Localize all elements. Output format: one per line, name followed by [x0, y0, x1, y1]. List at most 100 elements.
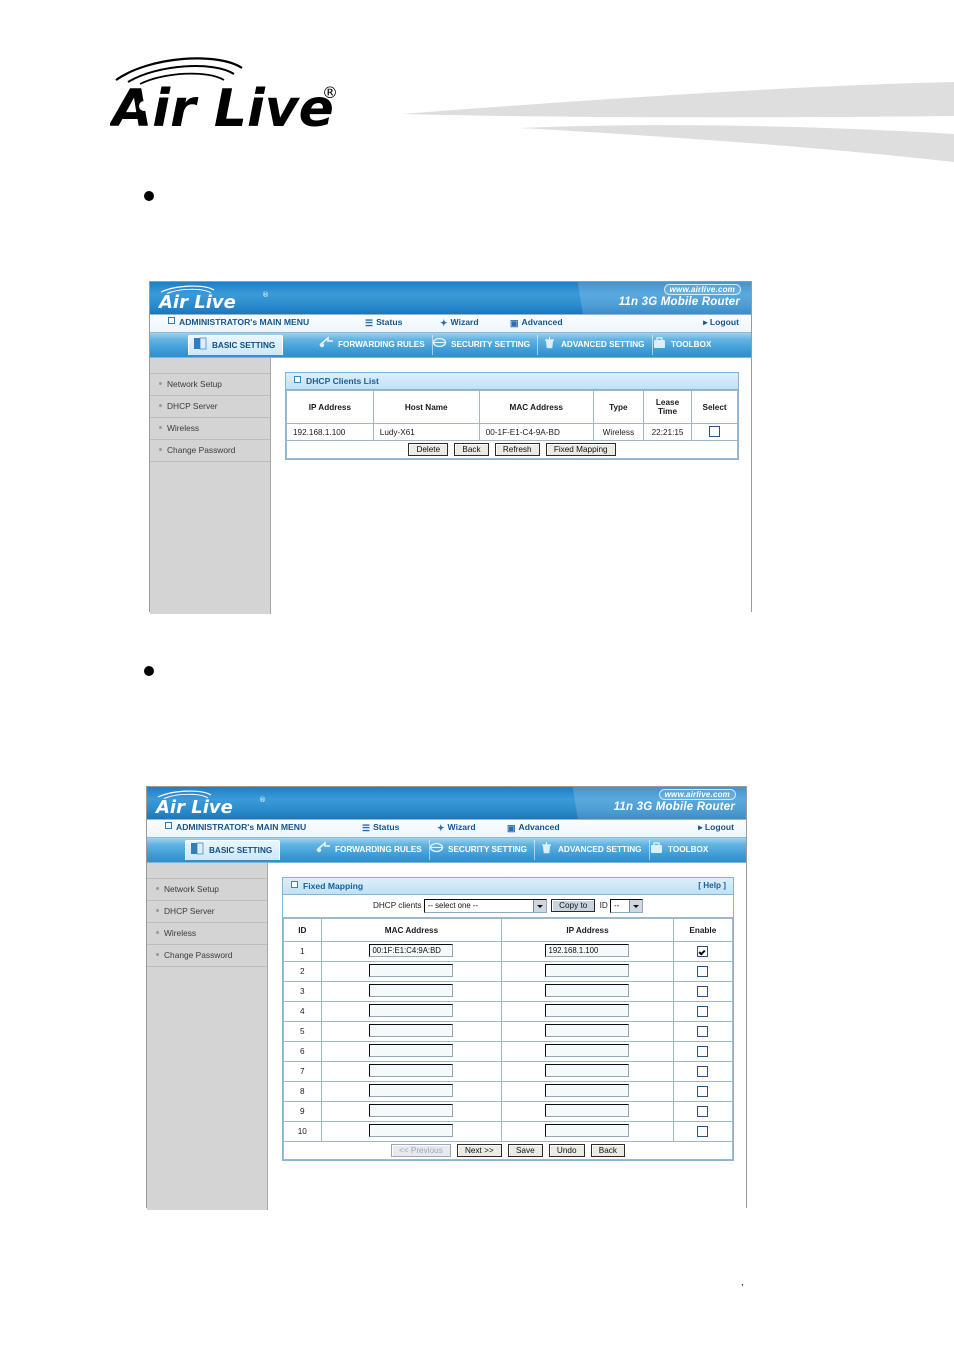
cell-mac-address[interactable]: [320, 1081, 503, 1102]
cell-mac-address[interactable]: [320, 1061, 503, 1082]
menu-item-wizard[interactable]: ✦ Wizard: [440, 317, 479, 329]
ip-address-input[interactable]: [545, 1064, 630, 1077]
tab-security-setting[interactable]: SECURITY SETTING: [425, 840, 536, 860]
cell-enable[interactable]: [672, 1121, 734, 1142]
mac-address-input[interactable]: [369, 1044, 454, 1057]
dhcp-clients-select[interactable]: -- select one --: [423, 899, 547, 913]
cell-enable[interactable]: [672, 1041, 734, 1062]
enable-checkbox[interactable]: [697, 1085, 709, 1097]
cell-mac-address[interactable]: [320, 1041, 503, 1062]
sidebar-item-network-setup[interactable]: Network Setup: [147, 879, 267, 901]
sidebar-item-dhcp-server[interactable]: DHCP Server: [147, 901, 267, 923]
tab-basic-setting[interactable]: BASIC SETTING: [188, 335, 284, 355]
undo-button[interactable]: Undo: [548, 1144, 585, 1157]
ip-address-input[interactable]: [545, 1084, 630, 1097]
previous-button[interactable]: << Previous: [391, 1144, 451, 1157]
cell-ip-address[interactable]: [501, 981, 674, 1002]
row-select-checkbox[interactable]: [709, 426, 721, 437]
tab-forwarding-rules[interactable]: FORWARDING RULES: [312, 840, 430, 860]
sidebar-item-change-password[interactable]: Change Password: [150, 440, 270, 462]
sidebar-item-dhcp-server[interactable]: DHCP Server: [150, 396, 270, 418]
save-button[interactable]: Save: [507, 1144, 543, 1157]
copy-to-button[interactable]: Copy to: [551, 899, 596, 912]
cell-enable[interactable]: [672, 941, 734, 962]
mac-address-input[interactable]: [369, 1104, 454, 1117]
ip-address-input[interactable]: [545, 984, 630, 997]
cell-mac-address[interactable]: [320, 1101, 503, 1122]
tab-advanced-setting[interactable]: ADVANCED SETTING: [535, 840, 650, 860]
cell-enable[interactable]: [672, 961, 734, 982]
cell-ip-address[interactable]: [501, 961, 674, 982]
menu-item-logout[interactable]: ▸ Logout: [703, 317, 739, 328]
cell-ip-address[interactable]: [501, 1101, 674, 1122]
back-button[interactable]: Back: [590, 1144, 625, 1157]
enable-checkbox[interactable]: [697, 1105, 709, 1117]
administrator-main-menu[interactable]: ADMINISTRATOR's MAIN MENU: [165, 822, 306, 832]
menu-item-logout[interactable]: ▸ Logout: [698, 822, 734, 833]
administrator-main-menu[interactable]: ADMINISTRATOR's MAIN MENU: [168, 317, 309, 327]
enable-checkbox[interactable]: [697, 1065, 709, 1077]
cell-enable[interactable]: [672, 981, 734, 1002]
mac-address-input[interactable]: 00:1F:E1:C4:9A:BD: [369, 944, 454, 957]
sidebar-item-wireless[interactable]: Wireless: [150, 418, 270, 440]
mac-address-input[interactable]: [369, 984, 454, 997]
fixed-mapping-button[interactable]: Fixed Mapping: [545, 443, 616, 456]
cell-ip-address[interactable]: [501, 1061, 674, 1082]
tab-advanced-setting[interactable]: ADVANCED SETTING: [538, 335, 653, 355]
refresh-button[interactable]: Refresh: [494, 443, 540, 456]
cell-mac-address[interactable]: [320, 1001, 503, 1022]
enable-checkbox[interactable]: [697, 945, 709, 957]
delete-button[interactable]: Delete: [408, 443, 449, 456]
cell-mac-address[interactable]: [320, 1021, 503, 1042]
cell-ip-address[interactable]: [501, 1021, 674, 1042]
ip-address-input[interactable]: 192.168.1.100: [545, 944, 630, 957]
tab-forwarding-rules[interactable]: FORWARDING RULES: [315, 335, 433, 355]
sidebar-item-network-setup[interactable]: Network Setup: [150, 374, 270, 396]
airlive-url-badge[interactable]: www.airlive.com: [663, 284, 741, 295]
cell-enable[interactable]: [672, 1061, 734, 1082]
id-select[interactable]: --: [610, 899, 644, 913]
cell-ip-address[interactable]: [501, 1081, 674, 1102]
mac-address-input[interactable]: [369, 1084, 454, 1097]
menu-item-status[interactable]: ☰ Status: [365, 317, 402, 329]
cell-ip-address[interactable]: [501, 1041, 674, 1062]
tab-toolbox[interactable]: TOOLBOX: [648, 335, 718, 355]
next-button[interactable]: Next >>: [457, 1144, 502, 1157]
ip-address-input[interactable]: [545, 964, 630, 977]
cell-ip-address[interactable]: [501, 1121, 674, 1142]
cell-enable[interactable]: [672, 1001, 734, 1022]
help-link[interactable]: [ Help ]: [698, 878, 726, 894]
cell-mac-address[interactable]: [320, 981, 503, 1002]
tab-security-setting[interactable]: SECURITY SETTING: [428, 335, 539, 355]
mac-address-input[interactable]: [369, 1124, 454, 1137]
airlive-url-badge[interactable]: www.airlive.com: [658, 789, 736, 800]
cell-ip-address[interactable]: 192.168.1.100: [501, 941, 674, 962]
menu-item-status[interactable]: ☰ Status: [362, 822, 399, 834]
menu-item-wizard[interactable]: ✦ Wizard: [437, 822, 476, 834]
mac-address-input[interactable]: [369, 1064, 454, 1077]
mac-address-input[interactable]: [369, 1004, 454, 1017]
ip-address-input[interactable]: [545, 1044, 630, 1057]
enable-checkbox[interactable]: [697, 1045, 709, 1057]
ip-address-input[interactable]: [545, 1024, 630, 1037]
cell-enable[interactable]: [672, 1021, 734, 1042]
sidebar-item-change-password[interactable]: Change Password: [147, 945, 267, 967]
enable-checkbox[interactable]: [697, 1125, 709, 1137]
enable-checkbox[interactable]: [697, 1005, 709, 1017]
cell-enable[interactable]: [672, 1081, 734, 1102]
cell-mac-address[interactable]: [320, 961, 503, 982]
cell-select[interactable]: [691, 423, 738, 441]
enable-checkbox[interactable]: [697, 965, 709, 977]
sidebar-item-wireless[interactable]: Wireless: [147, 923, 267, 945]
ip-address-input[interactable]: [545, 1124, 630, 1137]
cell-ip-address[interactable]: [501, 1001, 674, 1022]
tab-toolbox[interactable]: TOOLBOX: [645, 840, 715, 860]
ip-address-input[interactable]: [545, 1104, 630, 1117]
cell-enable[interactable]: [672, 1101, 734, 1122]
menu-item-advanced[interactable]: ▣ Advanced: [507, 822, 560, 834]
back-button[interactable]: Back: [454, 443, 489, 456]
menu-item-advanced[interactable]: ▣ Advanced: [510, 317, 563, 329]
cell-mac-address[interactable]: 00:1F:E1:C4:9A:BD: [320, 941, 503, 962]
mac-address-input[interactable]: [369, 964, 454, 977]
enable-checkbox[interactable]: [697, 985, 709, 997]
